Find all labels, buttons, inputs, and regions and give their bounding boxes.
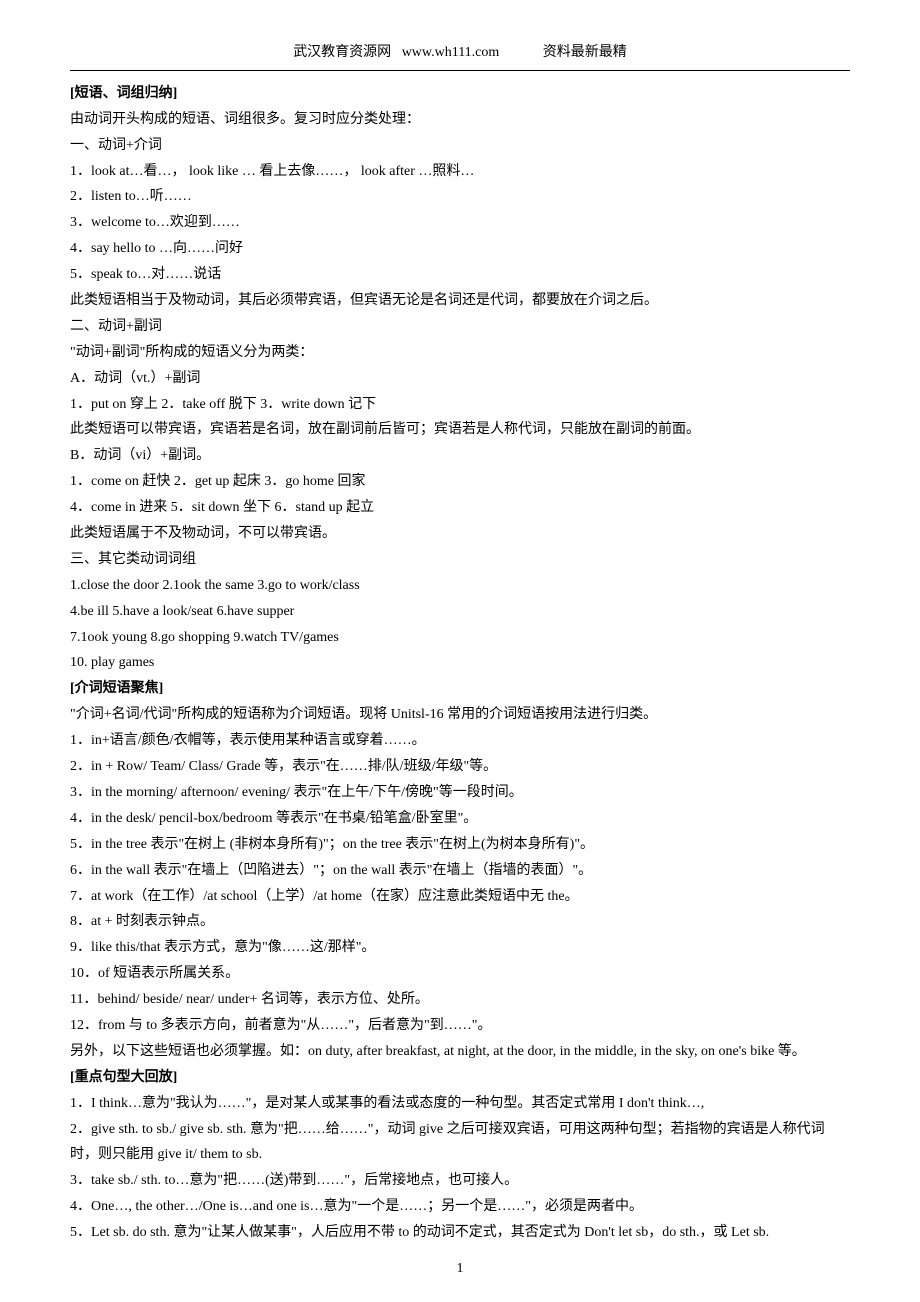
cat2-b-line: 4．come in 进来 5．sit down 坐下 6．stand up 起立 xyxy=(70,495,850,521)
header-divider xyxy=(70,70,850,71)
prep-item: 4．in the desk/ pencil-box/bedroom 等表示"在书… xyxy=(70,806,850,832)
prep-item: 3．in the morning/ afternoon/ evening/ 表示… xyxy=(70,780,850,806)
page-number: 1 xyxy=(0,1256,920,1282)
site-url xyxy=(395,45,402,60)
cat3-line: 4.be ill 5.have a look/seat 6.have suppe… xyxy=(70,599,850,625)
section-title-phrases: [短语、词组归纳] xyxy=(70,81,850,107)
prep-item: 8．at + 时刻表示钟点。 xyxy=(70,909,850,935)
prep-item: 2．in + Row/ Team/ Class/ Grade 等，表示"在……排… xyxy=(70,754,850,780)
document-body: [短语、词组归纳] 由动词开头构成的短语、词组很多。复习时应分类处理： 一、动词… xyxy=(70,81,850,1246)
cat3-line: 7.1ook young 8.go shopping 9.watch TV/ga… xyxy=(70,625,850,651)
cat1-item: 2．listen to…听…… xyxy=(70,184,850,210)
header-note: 资料最新最精 xyxy=(543,45,627,60)
sentence-item: 2．give sth. to sb./ give sb. sth. 意为"把……… xyxy=(70,1117,850,1169)
prep-item: 1．in+语言/颜色/衣帽等，表示使用某种语言或穿着……。 xyxy=(70,728,850,754)
cat2-a-title: A．动词（vt.）+副词 xyxy=(70,366,850,392)
site-name: 武汉教育资源网 xyxy=(293,45,391,60)
prep-item: 7．at work（在工作）/at school（上学）/at home（在家）… xyxy=(70,884,850,910)
prep-item: 10．of 短语表示所属关系。 xyxy=(70,961,850,987)
site-url-text: www.wh111.com xyxy=(402,45,500,60)
sentence-item: 5．Let sb. do sth. 意为"让某人做某事"，人后应用不带 to 的… xyxy=(70,1220,850,1246)
cat2-a-line: 1．put on 穿上 2．take off 脱下 3．write down 记… xyxy=(70,392,850,418)
cat2-b-note: 此类短语属于不及物动词，不可以带宾语。 xyxy=(70,521,850,547)
prep-item: 6．in the wall 表示"在墙上（凹陷进去）"；on the wall … xyxy=(70,858,850,884)
prep-item: 5．in the tree 表示"在树上 (非树本身所有)"；on the tr… xyxy=(70,832,850,858)
cat2-intro: "动词+副词"所构成的短语义分为两类： xyxy=(70,340,850,366)
cat3-line: 1.close the door 2.1ook the same 3.go to… xyxy=(70,573,850,599)
cat2-b-title: B．动词（vi）+副词。 xyxy=(70,443,850,469)
phrases-intro: 由动词开头构成的短语、词组很多。复习时应分类处理： xyxy=(70,107,850,133)
cat1-item: 1．look at…看…， look like … 看上去像……， look a… xyxy=(70,159,850,185)
prep-extra: 另外，以下这些短语也必须掌握。如：on duty, after breakfas… xyxy=(70,1039,850,1065)
cat2-title: 二、动词+副词 xyxy=(70,314,850,340)
cat1-title: 一、动词+介词 xyxy=(70,133,850,159)
cat1-item: 3．welcome to…欢迎到…… xyxy=(70,210,850,236)
prep-intro: "介词+名词/代词"所构成的短语称为介词短语。现将 Unitsl-16 常用的介… xyxy=(70,702,850,728)
cat3-title: 三、其它类动词词组 xyxy=(70,547,850,573)
page-header: 武汉教育资源网 www.wh111.com 资料最新最精 xyxy=(70,40,850,66)
sentence-item: 4．One…, the other…/One is…and one is…意为"… xyxy=(70,1194,850,1220)
cat1-note: 此类短语相当于及物动词，其后必须带宾语，但宾语无论是名词还是代词，都要放在介词之… xyxy=(70,288,850,314)
sentence-item: 1．I think…意为"我认为……"，是对某人或某事的看法或态度的一种句型。其… xyxy=(70,1091,850,1117)
cat2-a-note: 此类短语可以带宾语，宾语若是名词，放在副词前后皆可；宾语若是人称代词，只能放在副… xyxy=(70,417,850,443)
cat1-item: 4．say hello to …向……问好 xyxy=(70,236,850,262)
cat1-item: 5．speak to…对……说话 xyxy=(70,262,850,288)
section-title-prep: [介词短语聚焦] xyxy=(70,676,850,702)
prep-item: 12．from 与 to 多表示方向，前者意为"从……"，后者意为"到……"。 xyxy=(70,1013,850,1039)
document-page: 武汉教育资源网 www.wh111.com 资料最新最精 [短语、词组归纳] 由… xyxy=(0,0,920,1302)
section-title-sentences: [重点句型大回放] xyxy=(70,1065,850,1091)
cat3-line: 10. play games xyxy=(70,650,850,676)
cat2-b-line: 1．come on 赶快 2．get up 起床 3．go home 回家 xyxy=(70,469,850,495)
prep-item: 11．behind/ beside/ near/ under+ 名词等，表示方位… xyxy=(70,987,850,1013)
prep-item: 9．like this/that 表示方式，意为"像……这/那样"。 xyxy=(70,935,850,961)
sentence-item: 3．take sb./ sth. to…意为"把……(送)带到……"，后常接地点… xyxy=(70,1168,850,1194)
